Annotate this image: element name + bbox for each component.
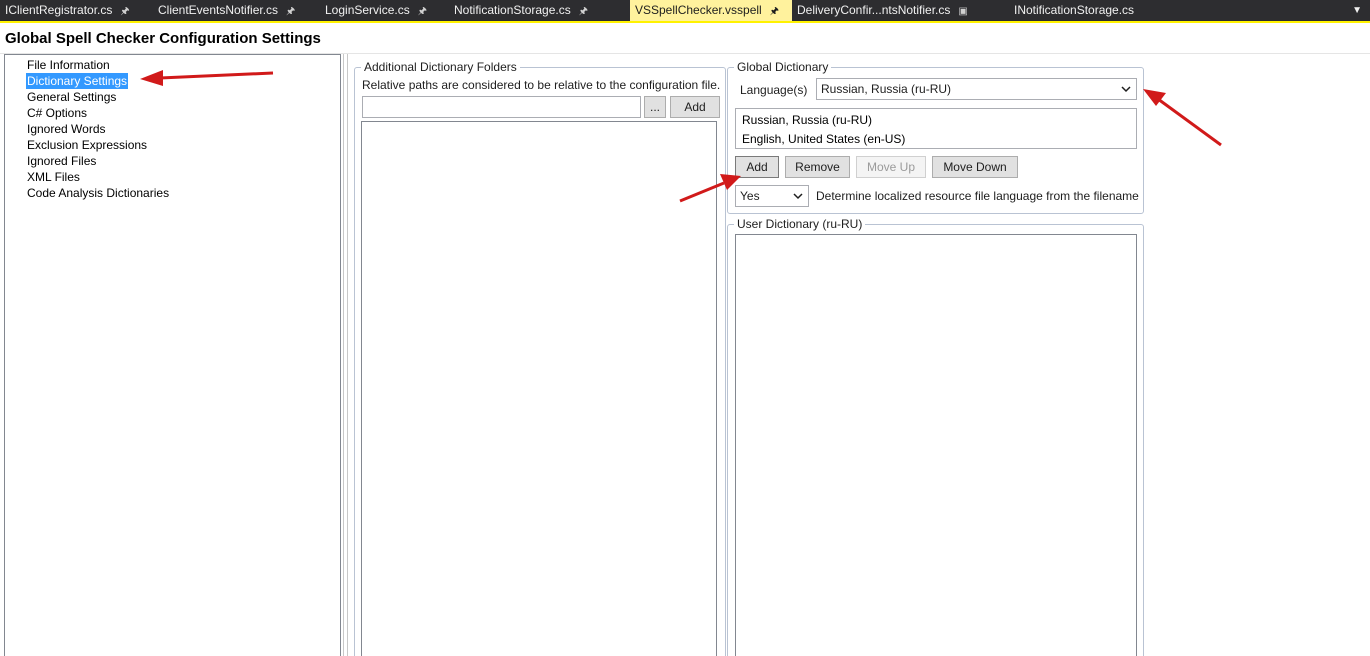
tab-label: LoginService.cs <box>325 3 410 17</box>
page-title: Global Spell Checker Configuration Setti… <box>5 30 321 47</box>
add-folder-button[interactable]: Add <box>670 96 720 118</box>
save-icon: ▣ <box>958 6 968 17</box>
relative-paths-note: Relative paths are considered to be rela… <box>362 78 721 92</box>
tab-vsspellchecker[interactable]: VSSpellChecker.vsspell 🖈︎ <box>630 0 792 21</box>
list-item[interactable]: Russian, Russia (ru-RU) <box>742 111 872 129</box>
pin-icon[interactable]: 🖈︎ <box>579 1 588 22</box>
tree-item-dictionary-settings[interactable]: Dictionary Settings <box>26 73 129 89</box>
tab-loginservice[interactable]: LoginService.cs 🖈︎ <box>320 0 427 21</box>
remove-language-button[interactable]: Remove <box>785 156 850 178</box>
move-up-button[interactable]: Move Up <box>856 156 926 178</box>
pin-icon[interactable]: 🖈︎ <box>418 1 427 22</box>
language-label: Language(s) <box>740 83 808 97</box>
tree-item-xml-files[interactable]: XML Files <box>26 169 81 185</box>
settings-category-tree[interactable]: File Information Dictionary Settings Gen… <box>4 54 341 656</box>
tree-item-file-information[interactable]: File Information <box>26 57 111 73</box>
tab-notificationstorage[interactable]: NotificationStorage.cs 🖈︎ <box>449 0 588 21</box>
language-selected-value: Russian, Russia (ru-RU) <box>821 82 952 96</box>
tab-deliveryconfirmations[interactable]: DeliveryConfir...ntsNotifier.cs ▣ <box>792 0 968 21</box>
tree-item-ignored-files[interactable]: Ignored Files <box>26 153 97 169</box>
chevron-down-icon <box>793 193 803 200</box>
tab-iclientregistrator[interactable]: IClientRegistrator.cs 🖈︎ <box>0 0 130 21</box>
move-down-button[interactable]: Move Down <box>932 156 1018 178</box>
group-legend: Additional Dictionary Folders <box>361 60 520 74</box>
tab-clienteventsnotifier[interactable]: ClientEventsNotifier.cs 🖈︎ <box>153 0 295 21</box>
add-language-button[interactable]: Add <box>735 156 779 178</box>
arrow-to-language-dropdown <box>1143 89 1222 147</box>
tree-item-ignored-words[interactable]: Ignored Words <box>26 121 107 137</box>
detect-language-label: Determine localized resource file langua… <box>816 189 1139 203</box>
tree-item-general-settings[interactable]: General Settings <box>26 89 117 105</box>
folders-listbox[interactable] <box>361 121 717 656</box>
tab-label: NotificationStorage.cs <box>454 3 571 17</box>
group-legend: Global Dictionary <box>734 60 832 74</box>
list-item[interactable]: English, United States (en-US) <box>742 130 905 148</box>
detect-language-dropdown[interactable]: Yes <box>735 185 809 207</box>
document-tab-bar: IClientRegistrator.cs 🖈︎ ClientEventsNoti… <box>0 0 1370 23</box>
pin-icon[interactable]: 🖈︎ <box>770 1 779 22</box>
tab-label: DeliveryConfir...ntsNotifier.cs <box>797 3 951 17</box>
tree-item-csharp-options[interactable]: C# Options <box>26 105 88 121</box>
tab-label: ClientEventsNotifier.cs <box>158 3 279 17</box>
detect-language-value: Yes <box>740 189 760 203</box>
tab-label: INotificationStorage.cs <box>1014 3 1135 17</box>
pin-icon[interactable]: 🖈︎ <box>286 1 295 22</box>
browse-folder-button[interactable]: ... <box>644 96 666 118</box>
tab-label: IClientRegistrator.cs <box>5 3 113 17</box>
folder-path-input[interactable] <box>362 96 641 118</box>
user-dictionary-listbox[interactable] <box>735 234 1137 656</box>
languages-listbox[interactable]: Russian, Russia (ru-RU) English, United … <box>735 108 1137 149</box>
language-dropdown[interactable]: Russian, Russia (ru-RU) <box>816 78 1137 100</box>
panel-splitter[interactable] <box>343 54 344 656</box>
tab-overflow-icon[interactable]: ▼ <box>1352 0 1362 21</box>
tree-item-exclusion-expressions[interactable]: Exclusion Expressions <box>26 137 148 153</box>
panel-divider <box>347 54 348 656</box>
chevron-down-icon <box>1121 86 1131 93</box>
tab-label: VSSpellChecker.vsspell <box>635 3 762 17</box>
tab-inotificationstorage[interactable]: INotificationStorage.cs <box>1009 0 1134 21</box>
pin-icon[interactable]: 🖈︎ <box>120 1 129 22</box>
tree-item-code-analysis-dictionaries[interactable]: Code Analysis Dictionaries <box>26 185 170 201</box>
group-legend: User Dictionary (ru-RU) <box>734 217 866 231</box>
